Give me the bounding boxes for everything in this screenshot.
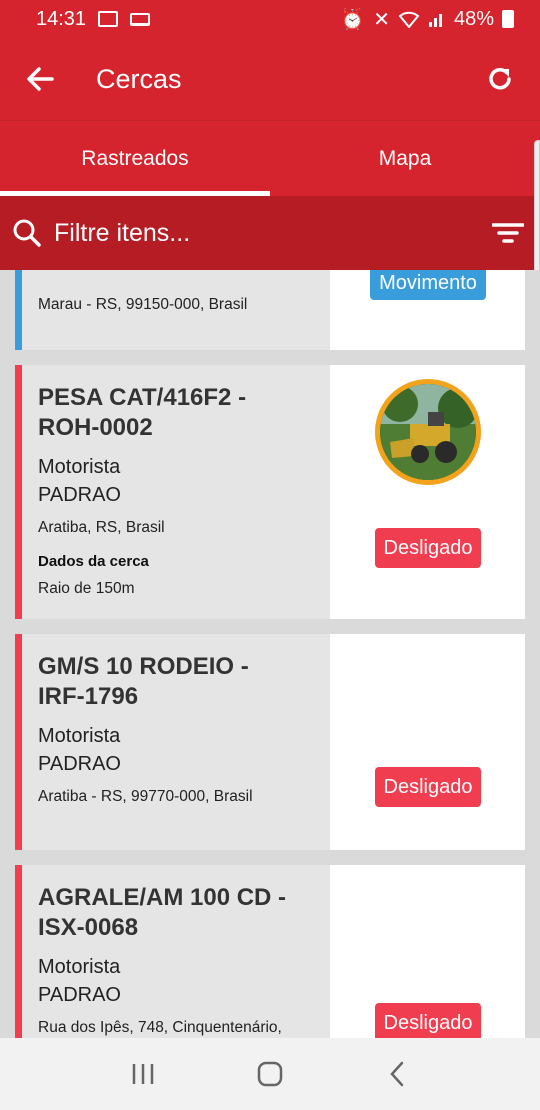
status-stripe bbox=[15, 634, 22, 850]
status-time: 14:31 bbox=[36, 7, 87, 30]
driver-role: Motorista bbox=[38, 956, 121, 978]
vehicle-address: Rua dos Ipês, 748, Cinquentenário, bbox=[38, 1019, 282, 1036]
recent-apps-button[interactable] bbox=[113, 1044, 173, 1104]
mute-icon: ✕ bbox=[373, 8, 390, 31]
list-item[interactable]: PESA CAT/416F2 - ROH-0002 Motorista PADR… bbox=[15, 365, 525, 619]
status-badge: Desligado bbox=[375, 528, 481, 568]
driver-name: PADRAO bbox=[38, 984, 121, 1006]
vehicle-list: Marau - RS, 99150-000, Brasil Movimento … bbox=[0, 270, 540, 1038]
app-bar: Cercas bbox=[0, 38, 540, 120]
vehicle-avatar bbox=[375, 379, 481, 485]
vehicle-name: PESA CAT/416F2 - ROH-0002 bbox=[38, 384, 247, 441]
alarm-icon: ⏰ bbox=[340, 8, 366, 31]
vehicle-address: Marau - RS, 99150-000, Brasil bbox=[38, 296, 248, 313]
tab-mapa[interactable]: Mapa bbox=[270, 121, 540, 196]
status-badge: Movimento bbox=[370, 270, 486, 300]
signal-icon bbox=[428, 14, 442, 27]
vehicle-name: GM/S 10 RODEIO - IRF-1796 bbox=[38, 653, 249, 710]
status-bar: 14:31 ⏰ ✕ 48% bbox=[0, 0, 540, 38]
home-button[interactable] bbox=[240, 1044, 300, 1104]
list-item[interactable]: Marau - RS, 99150-000, Brasil Movimento bbox=[15, 270, 525, 350]
driver-name: PADRAO bbox=[38, 753, 121, 775]
status-stripe bbox=[15, 270, 22, 350]
back-button[interactable] bbox=[0, 38, 80, 120]
arrow-left-icon bbox=[27, 67, 54, 91]
filter-button[interactable] bbox=[476, 196, 540, 270]
status-stripe bbox=[15, 865, 22, 1038]
back-nav-button[interactable] bbox=[367, 1044, 427, 1104]
list-item[interactable]: AGRALE/AM 100 CD - ISX-0068 Motorista PA… bbox=[15, 865, 525, 1038]
search-input[interactable]: Filtre itens... bbox=[54, 219, 476, 248]
battery-level: 48% bbox=[453, 7, 494, 30]
search-icon bbox=[0, 219, 54, 247]
status-stripe bbox=[15, 365, 22, 619]
recent-apps-icon bbox=[133, 1064, 154, 1084]
chevron-left-icon bbox=[389, 1061, 403, 1087]
wifi-icon bbox=[398, 11, 420, 28]
driver-name: PADRAO bbox=[38, 484, 121, 506]
driver-role: Motorista bbox=[38, 456, 121, 478]
tab-rastreados[interactable]: Rastreados bbox=[0, 121, 270, 196]
gallery-icon bbox=[98, 11, 119, 27]
vehicle-address: Aratiba, RS, Brasil bbox=[38, 519, 165, 536]
status-badge: Desligado bbox=[375, 1003, 481, 1038]
driver-role: Motorista bbox=[38, 725, 121, 747]
system-nav-bar bbox=[0, 1038, 540, 1110]
search-bar[interactable]: Filtre itens... bbox=[0, 196, 540, 270]
vehicle-name: AGRALE/AM 100 CD - ISX-0068 bbox=[38, 884, 287, 941]
status-badge: Desligado bbox=[375, 767, 481, 807]
vehicle-address: Aratiba - RS, 99770-000, Brasil bbox=[38, 788, 253, 805]
filter-icon bbox=[492, 223, 524, 243]
page-title: Cercas bbox=[96, 63, 182, 94]
battery-icon bbox=[502, 10, 514, 28]
fence-heading: Dados da cerca bbox=[38, 553, 149, 570]
home-icon bbox=[257, 1061, 283, 1087]
list-item[interactable]: GM/S 10 RODEIO - IRF-1796 Motorista PADR… bbox=[15, 634, 525, 850]
tab-bar: Rastreados Mapa bbox=[0, 120, 540, 196]
refresh-button[interactable] bbox=[460, 38, 540, 120]
refresh-icon bbox=[489, 67, 511, 90]
fence-radius: Raio de 150m bbox=[38, 580, 135, 597]
screen-cast-icon bbox=[130, 12, 151, 26]
